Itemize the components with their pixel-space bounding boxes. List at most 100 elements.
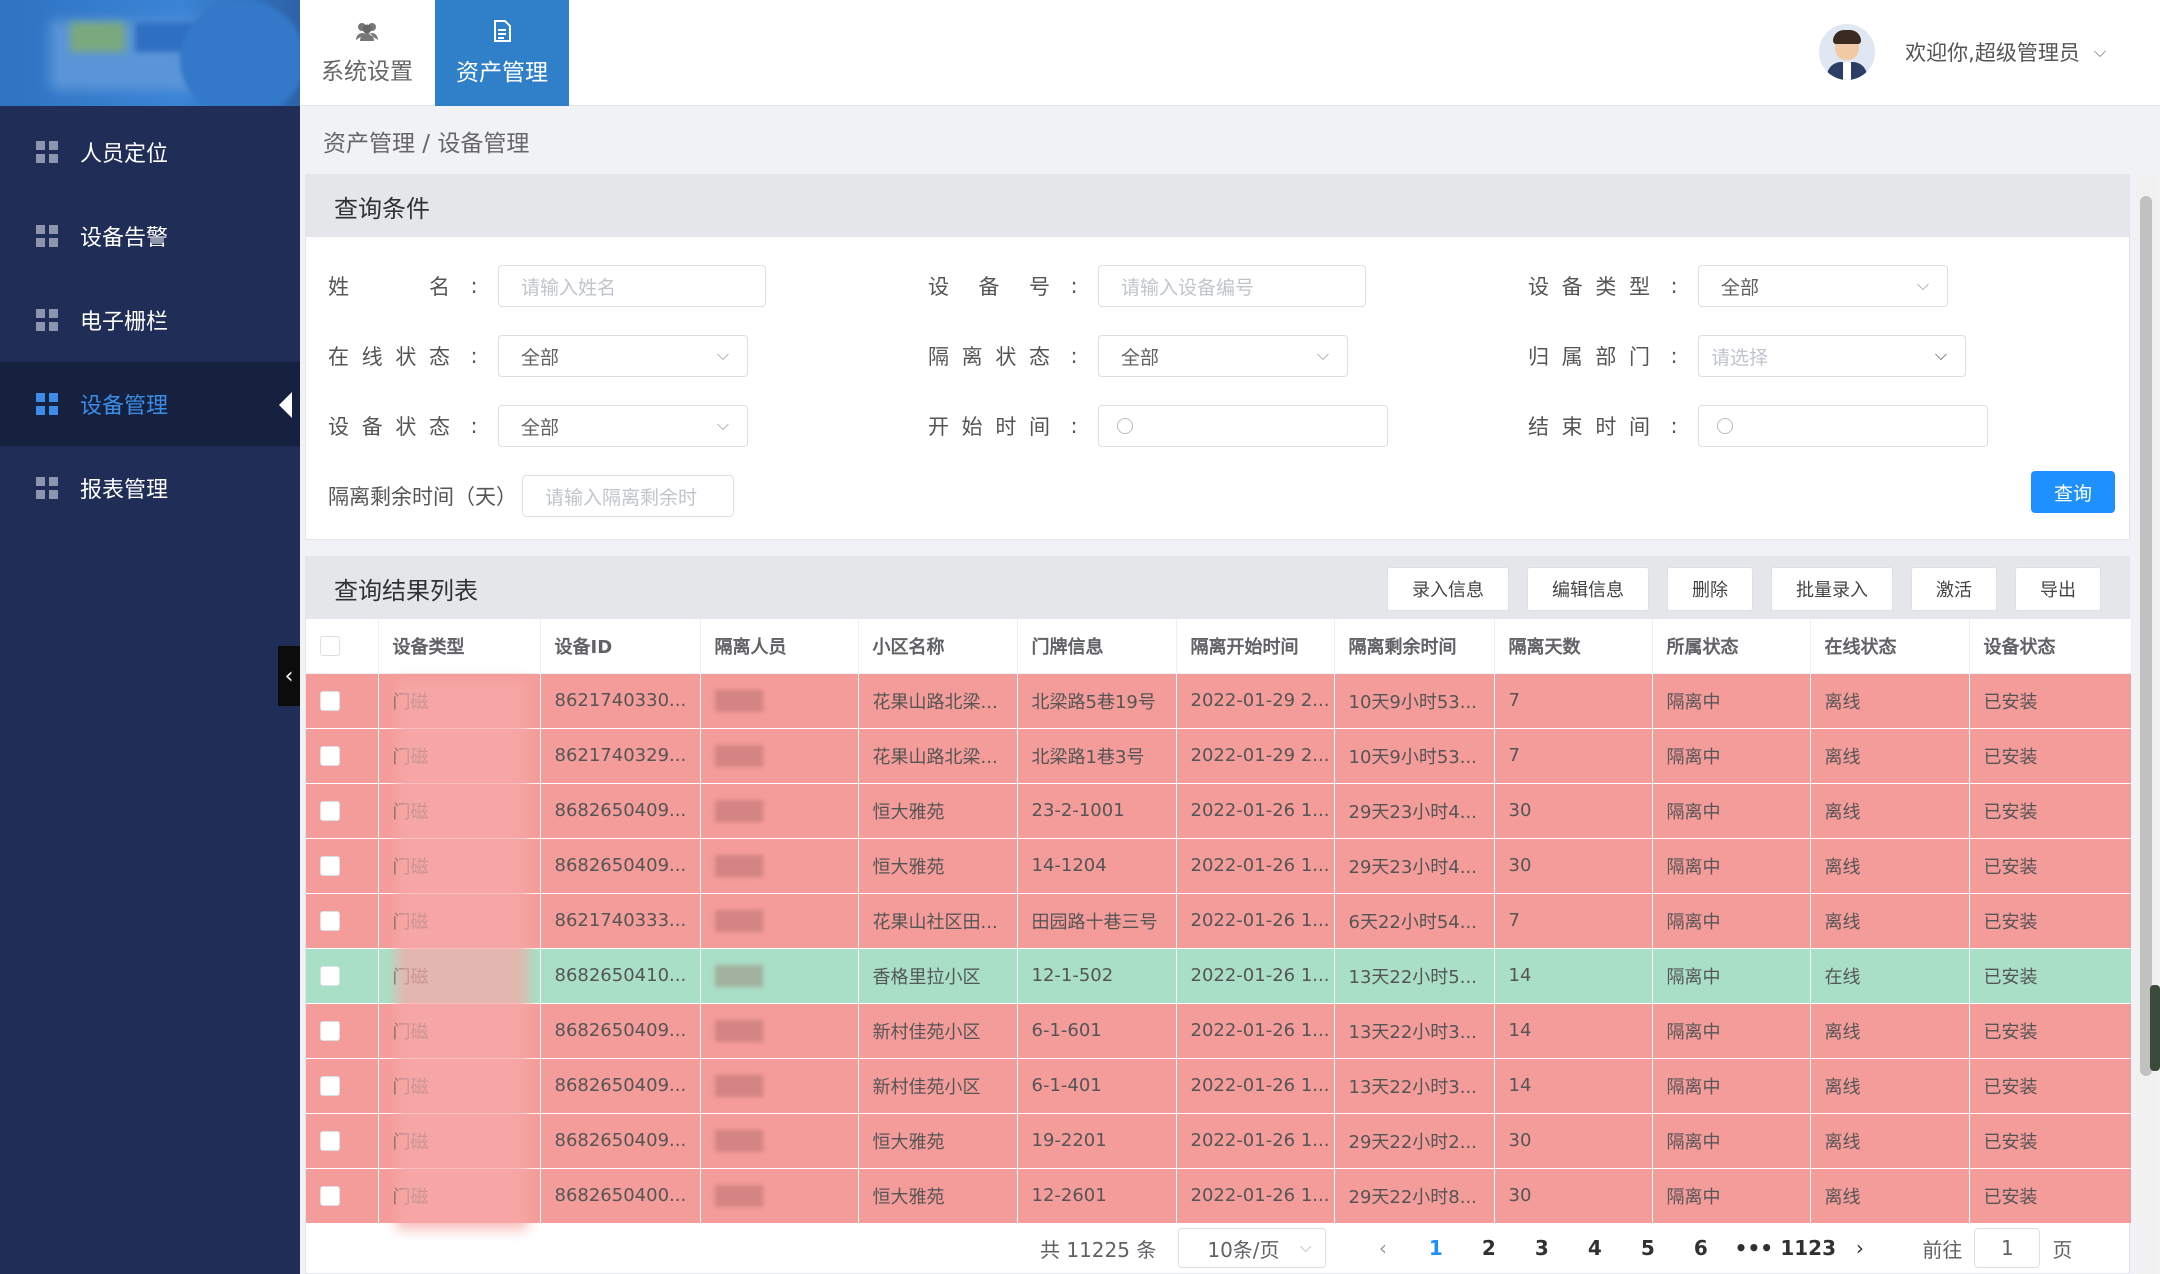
table-cell: 已安装 (1969, 673, 2132, 729)
redacted-blur (714, 744, 763, 767)
select-value: 全部 (521, 416, 560, 439)
select-placeholder: 请选择 (1711, 346, 1769, 369)
scrollbar-thumb[interactable] (2140, 196, 2152, 1076)
table-cell: 北梁路1巷3号 (1017, 728, 1177, 784)
isolation-status-select[interactable]: 全部 ⌵ (1098, 335, 1348, 377)
end-time-label: 结束时间 (1528, 415, 1650, 439)
next-page-button[interactable]: › (1833, 1236, 1886, 1260)
row-checkbox[interactable] (320, 856, 340, 876)
sidebar-collapse-button[interactable]: ‹ (278, 646, 300, 706)
row-checkbox-cell (306, 728, 379, 784)
action-bar: 录入信息 编辑信息 删除 批量录入 激活 导出 (1387, 567, 2101, 611)
table-row[interactable]: 门磁8621740333...花果山社区田...田园路十巷三号2022-01-2… (306, 893, 2132, 949)
table-row[interactable]: 门磁8682650410...香格里拉小区12-1-5022022-01-26 … (306, 948, 2132, 1004)
table-cell: 13天22小时3... (1334, 1003, 1495, 1059)
grid-icon (36, 477, 58, 499)
device-no-input[interactable]: 请输入设备编号 (1098, 265, 1366, 307)
page-number[interactable]: 2 (1462, 1236, 1515, 1260)
redacted-blur (714, 1129, 763, 1152)
end-time-picker[interactable] (1698, 405, 1988, 447)
select-all-checkbox[interactable] (320, 636, 340, 657)
edit-info-button[interactable]: 编辑信息 (1527, 567, 1649, 611)
page-number[interactable]: 6 (1674, 1236, 1727, 1260)
logo (0, 0, 300, 106)
table-row[interactable]: 门磁8682650409...恒大雅苑19-22012022-01-26 1..… (306, 1113, 2132, 1169)
device-status-select[interactable]: 全部 ⌵ (498, 405, 748, 447)
sidebar-item-personnel-location[interactable]: 人员定位 (0, 110, 300, 194)
redacted-personnel-cell (700, 1113, 859, 1169)
table-cell: 12-1-502 (1017, 948, 1177, 1004)
table-row[interactable]: 门磁8682650409...新村佳苑小区6-1-4012022-01-26 1… (306, 1058, 2132, 1114)
row-checkbox-cell (306, 1168, 379, 1224)
row-checkbox[interactable] (320, 1131, 340, 1151)
table-row[interactable]: 门磁8682650400...恒大雅苑12-26012022-01-26 1..… (306, 1168, 2132, 1224)
select-value: 全部 (521, 346, 560, 369)
table-row[interactable]: 门磁8621740330...花果山路北梁...北梁路5巷19号2022-01-… (306, 673, 2132, 729)
table-cell: 已安装 (1969, 1058, 2132, 1114)
goto-page-input[interactable]: 1 (1974, 1228, 2041, 1268)
page-number[interactable]: 5 (1621, 1236, 1674, 1260)
row-checkbox[interactable] (320, 801, 340, 821)
table-header-row: 设备类型 设备ID 隔离人员 小区名称 门牌信息 隔离开始时间 隔离剩余时间 隔… (306, 619, 2132, 674)
table-row[interactable]: 门磁8682650409...恒大雅苑23-2-10012022-01-26 1… (306, 783, 2132, 839)
row-checkbox[interactable] (320, 911, 340, 931)
export-button[interactable]: 导出 (2015, 567, 2101, 611)
row-checkbox[interactable] (320, 1076, 340, 1096)
delete-button[interactable]: 删除 (1667, 567, 1753, 611)
table-cell: 13天22小时5... (1334, 948, 1495, 1004)
query-button[interactable]: 查询 (2031, 471, 2115, 513)
table-cell: 30 (1494, 1168, 1653, 1224)
table-cell: 7 (1494, 728, 1653, 784)
chevron-down-icon: ⌵ (1316, 345, 1329, 364)
sidebar-item-electronic-fence[interactable]: 电子栅栏 (0, 278, 300, 362)
table-cell: 隔离中 (1652, 893, 1811, 949)
user-menu[interactable]: 欢迎你,超级管理员 ⌵ (1819, 24, 2106, 80)
page-size-value: 10条/页 (1207, 1237, 1280, 1262)
column-header: 在线状态 (1810, 619, 1970, 674)
department-select[interactable]: 请选择 ⌵ (1698, 335, 1966, 377)
top-bar: 系统设置 资产管理 欢迎你,超级管理员 ⌵ (300, 0, 2160, 106)
page-number[interactable]: 3 (1515, 1236, 1568, 1260)
table-cell: 8682650409... (540, 838, 701, 894)
row-checkbox[interactable] (320, 966, 340, 986)
sidebar-item-device-management[interactable]: 设备管理 (0, 362, 300, 446)
sidebar-menu: 人员定位 设备告警 电子栅栏 设备管理 报表管理 (0, 110, 300, 530)
row-checkbox[interactable] (320, 1021, 340, 1041)
page-number[interactable]: 1123 (1780, 1236, 1836, 1260)
sidebar-item-device-alarm[interactable]: 设备告警 (0, 194, 300, 278)
redacted-personnel-cell (700, 728, 859, 784)
table-row[interactable]: 门磁8682650409...新村佳苑小区6-1-6012022-01-26 1… (306, 1003, 2132, 1059)
tab-system-settings[interactable]: 系统设置 (300, 0, 434, 106)
name-input[interactable]: 请输入姓名 (498, 265, 766, 307)
sidebar-item-report-management[interactable]: 报表管理 (0, 446, 300, 530)
chevron-down-icon: ⌵ (1916, 275, 1929, 294)
add-info-button[interactable]: 录入信息 (1387, 567, 1509, 611)
table-cell: 30 (1494, 783, 1653, 839)
table-row[interactable]: 门磁8621740329...花果山路北梁...北梁路1巷3号2022-01-2… (306, 728, 2132, 784)
page-number[interactable]: 4 (1568, 1236, 1621, 1260)
row-checkbox[interactable] (320, 691, 340, 711)
isolation-status-label: 隔离状态 (928, 345, 1050, 369)
start-time-picker[interactable] (1098, 405, 1388, 447)
prev-page-button[interactable]: ‹ (1356, 1236, 1409, 1260)
grid-icon (36, 225, 58, 247)
table-cell: 23-2-1001 (1017, 783, 1177, 839)
batch-import-button[interactable]: 批量录入 (1771, 567, 1893, 611)
table-row[interactable]: 门磁8682650409...恒大雅苑14-12042022-01-26 1..… (306, 838, 2132, 894)
column-header: 隔离人员 (700, 619, 859, 674)
more-pages-button[interactable]: ••• (1727, 1236, 1780, 1260)
page-number[interactable]: 1 (1409, 1236, 1462, 1260)
device-type-select[interactable]: 全部 ⌵ (1698, 265, 1948, 307)
row-checkbox[interactable] (320, 746, 340, 766)
document-icon (493, 19, 511, 47)
query-panel: 查询条件 姓名 : 请输入姓名 设备号 : 请输入设备编号 设备类型 : 全部 … (305, 174, 2130, 540)
tab-asset-management[interactable]: 资产管理 (435, 0, 569, 106)
page-size-select[interactable]: 10条/页 ⌵ (1178, 1228, 1327, 1268)
activate-button[interactable]: 激活 (1911, 567, 1997, 611)
row-checkbox[interactable] (320, 1186, 340, 1206)
remaining-days-input[interactable]: 请输入隔离剩余时 (522, 475, 734, 517)
side-widget (2150, 985, 2160, 1071)
table-cell: 已安装 (1969, 1113, 2132, 1169)
online-status-select[interactable]: 全部 ⌵ (498, 335, 748, 377)
table-cell: 14-1204 (1017, 838, 1177, 894)
